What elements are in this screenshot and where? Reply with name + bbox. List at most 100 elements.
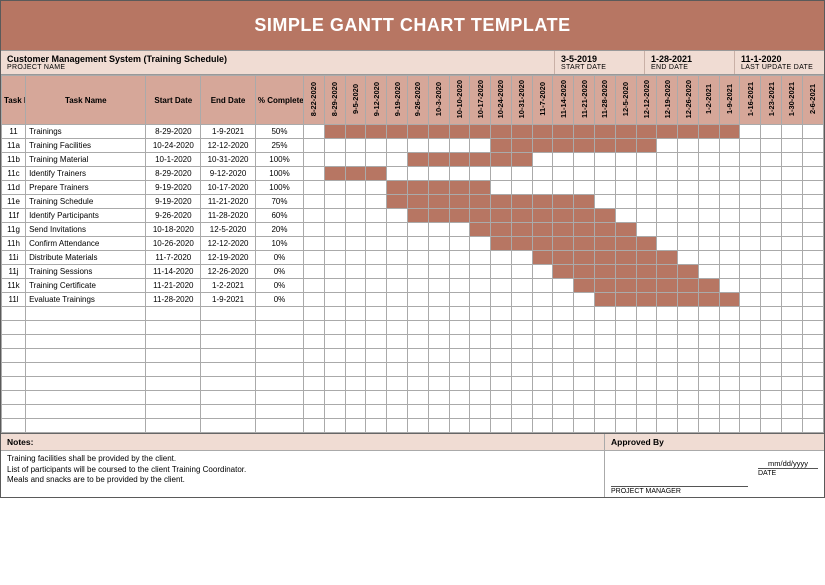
empty-cell[interactable] [470, 363, 491, 377]
empty-cell[interactable] [146, 335, 201, 349]
empty-cell[interactable] [740, 405, 761, 419]
empty-cell[interactable] [636, 405, 657, 419]
cell[interactable]: Send Invitations [26, 223, 146, 237]
empty-cell[interactable] [761, 335, 782, 349]
cell[interactable]: 11l [2, 293, 26, 307]
empty-cell[interactable] [366, 307, 387, 321]
empty-cell[interactable] [491, 321, 512, 335]
empty-cell[interactable] [304, 335, 325, 349]
empty-cell[interactable] [345, 363, 366, 377]
empty-cell[interactable] [345, 321, 366, 335]
cell[interactable]: 12-19-2020 [201, 251, 256, 265]
empty-cell[interactable] [366, 335, 387, 349]
empty-cell[interactable] [595, 335, 616, 349]
empty-cell[interactable] [761, 419, 782, 433]
cell[interactable]: 11-21-2020 [146, 279, 201, 293]
empty-cell[interactable] [802, 335, 823, 349]
empty-cell[interactable] [595, 307, 616, 321]
empty-cell[interactable] [761, 391, 782, 405]
empty-cell[interactable] [2, 405, 26, 419]
empty-cell[interactable] [678, 321, 699, 335]
empty-cell[interactable] [553, 363, 574, 377]
empty-cell[interactable] [201, 307, 256, 321]
cell[interactable]: Training Certificate [26, 279, 146, 293]
cell[interactable]: 9-12-2020 [201, 167, 256, 181]
empty-cell[interactable] [511, 321, 532, 335]
empty-cell[interactable] [2, 419, 26, 433]
cell[interactable]: 1-9-2021 [201, 293, 256, 307]
empty-cell[interactable] [740, 363, 761, 377]
empty-cell[interactable] [491, 349, 512, 363]
empty-cell[interactable] [491, 307, 512, 321]
empty-cell[interactable] [387, 391, 408, 405]
cell[interactable]: 10% [255, 237, 303, 251]
empty-cell[interactable] [657, 307, 678, 321]
empty-cell[interactable] [574, 377, 595, 391]
empty-cell[interactable] [449, 349, 470, 363]
cell[interactable]: Prepare Trainers [26, 181, 146, 195]
empty-cell[interactable] [26, 419, 146, 433]
empty-cell[interactable] [511, 363, 532, 377]
cell[interactable]: 11-21-2020 [201, 195, 256, 209]
cell[interactable]: Trainings [26, 125, 146, 139]
empty-cell[interactable] [532, 391, 553, 405]
empty-cell[interactable] [387, 419, 408, 433]
empty-cell[interactable] [782, 405, 803, 419]
empty-cell[interactable] [678, 419, 699, 433]
empty-cell[interactable] [324, 405, 345, 419]
empty-cell[interactable] [719, 405, 740, 419]
empty-cell[interactable] [678, 363, 699, 377]
empty-cell[interactable] [304, 419, 325, 433]
empty-cell[interactable] [802, 377, 823, 391]
empty-cell[interactable] [407, 335, 428, 349]
empty-cell[interactable] [615, 405, 636, 419]
empty-cell[interactable] [615, 377, 636, 391]
empty-cell[interactable] [740, 391, 761, 405]
empty-cell[interactable] [657, 377, 678, 391]
empty-cell[interactable] [615, 349, 636, 363]
empty-cell[interactable] [255, 391, 303, 405]
empty-cell[interactable] [740, 321, 761, 335]
empty-cell[interactable] [657, 391, 678, 405]
empty-cell[interactable] [719, 321, 740, 335]
empty-cell[interactable] [491, 363, 512, 377]
cell[interactable]: 12-26-2020 [201, 265, 256, 279]
empty-cell[interactable] [470, 335, 491, 349]
empty-cell[interactable] [2, 307, 26, 321]
empty-cell[interactable] [387, 307, 408, 321]
cell[interactable]: 11b [2, 153, 26, 167]
empty-cell[interactable] [366, 321, 387, 335]
empty-cell[interactable] [201, 349, 256, 363]
cell[interactable]: 9-19-2020 [146, 195, 201, 209]
empty-cell[interactable] [761, 405, 782, 419]
empty-cell[interactable] [532, 307, 553, 321]
empty-cell[interactable] [304, 363, 325, 377]
empty-cell[interactable] [345, 405, 366, 419]
empty-cell[interactable] [574, 307, 595, 321]
empty-cell[interactable] [407, 405, 428, 419]
empty-cell[interactable] [678, 377, 699, 391]
empty-cell[interactable] [366, 377, 387, 391]
cell[interactable]: 60% [255, 209, 303, 223]
empty-cell[interactable] [698, 335, 719, 349]
empty-cell[interactable] [782, 377, 803, 391]
empty-cell[interactable] [345, 307, 366, 321]
empty-cell[interactable] [782, 363, 803, 377]
empty-cell[interactable] [802, 321, 823, 335]
empty-cell[interactable] [449, 307, 470, 321]
cell[interactable]: 100% [255, 153, 303, 167]
empty-cell[interactable] [511, 335, 532, 349]
cell[interactable]: 25% [255, 139, 303, 153]
empty-cell[interactable] [698, 419, 719, 433]
empty-cell[interactable] [304, 349, 325, 363]
empty-cell[interactable] [324, 335, 345, 349]
empty-cell[interactable] [553, 419, 574, 433]
empty-cell[interactable] [574, 363, 595, 377]
empty-cell[interactable] [407, 321, 428, 335]
empty-cell[interactable] [201, 363, 256, 377]
empty-cell[interactable] [449, 405, 470, 419]
cell[interactable]: 11d [2, 181, 26, 195]
empty-cell[interactable] [698, 391, 719, 405]
empty-cell[interactable] [428, 405, 449, 419]
empty-cell[interactable] [802, 391, 823, 405]
